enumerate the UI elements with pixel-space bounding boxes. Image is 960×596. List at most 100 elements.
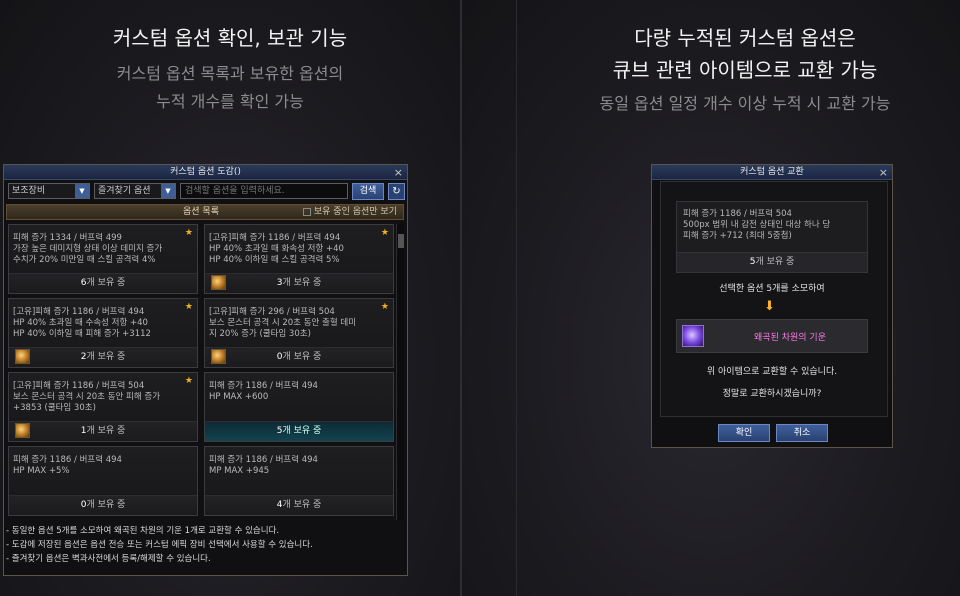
option-line: 피해 증가 1334 / 버프력 499 (13, 233, 122, 243)
option-line: 보스 몬스터 공격 시 20초 동안 출혈 데미 (209, 318, 357, 328)
option-line: +3853 (쿨타임 30초) (13, 403, 96, 413)
option-card[interactable]: ★ [고유]피해 증가 1186 / 버프력 494 HP 40% 초과일 때 … (8, 298, 198, 368)
reward-item[interactable]: 왜곡된 차원의 기운 (676, 319, 868, 353)
chevron-down-icon: ▼ (161, 184, 175, 198)
reward-item-name: 왜곡된 차원의 기운 (754, 333, 826, 343)
option-item-icon (211, 349, 226, 364)
catalog-notes: - 동일한 옵션 5개를 소모하여 왜곡된 차원의 기운 1개로 교환할 수 있… (6, 524, 404, 566)
scrollbar-thumb[interactable] (398, 234, 404, 248)
panel-divider-secondary (516, 0, 517, 596)
option-line: 수치가 20% 미만일 때 스킬 공격력 4% (13, 255, 156, 265)
star-icon[interactable]: ★ (185, 302, 193, 313)
option-line: HP 40% 이하일 때 피해 증가 +3112 (13, 329, 151, 339)
star-icon[interactable]: ★ (185, 376, 193, 387)
equipment-filter-select[interactable]: 보조장비 ▼ (8, 183, 90, 199)
option-card[interactable]: ★ [고유]피해 증가 1186 / 버프력 504 보스 몬스터 공격 시 2… (8, 372, 198, 442)
owned-count: 2개 보유 중 (9, 347, 197, 367)
option-line: HP 40% 초과일 때 수속성 저항 +40 (13, 318, 148, 328)
owned-count: 4개 보유 중 (205, 495, 393, 515)
catalog-title-bar[interactable]: 커스텀 옵션 도감() × (4, 165, 407, 180)
owned-only-label: 보유 중인 옵션만 보기 (313, 207, 397, 217)
confirm-text: 정말로 교환하시겠습니까? (722, 389, 822, 399)
option-line: 피해 증가 1186 / 버프력 494 (209, 381, 318, 391)
owned-count-suffix: 개 보유 중 (282, 426, 322, 436)
option-list-header: 옵션 목록 보유 중인 옵션만 보기 (6, 204, 404, 220)
owned-count: 5개 보유 중 (205, 421, 393, 441)
option-card[interactable]: ★ [고유]피해 증가 1186 / 버프력 494 HP 40% 초과일 때 … (204, 224, 394, 294)
refresh-icon[interactable]: ↻ (388, 183, 405, 200)
option-line: [고유]피해 증가 296 / 버프력 504 (209, 307, 335, 317)
option-line: [고유]피해 증가 1186 / 버프력 504 (13, 381, 145, 391)
option-line: 피해 증가 1186 / 버프력 494 (209, 455, 318, 465)
option-card[interactable]: ★ [고유]피해 증가 296 / 버프력 504 보스 몬스터 공격 시 20… (204, 298, 394, 368)
option-line: 피해 증가 1186 / 버프력 494 (13, 455, 122, 465)
favorite-filter-value: 즐겨찾기 옵션 (98, 186, 151, 196)
owned-count: 0개 보유 중 (205, 347, 393, 367)
owned-count-suffix: 개 보유 중 (282, 500, 322, 510)
cancel-button[interactable]: 취소 (776, 424, 828, 442)
right-subline: 동일 옵션 일정 개수 이상 누적 시 교환 가능 (599, 94, 891, 113)
note-line: - 도감에 저장된 옵션은 옵션 전승 또는 커스텀 에픽 장비 선택에서 사용… (6, 540, 313, 550)
option-card[interactable]: 피해 증가 1186 / 버프력 494 HP MAX +600 5개 보유 중 (204, 372, 394, 442)
owned-count: 5개 보유 중 (677, 252, 867, 272)
option-line: 가장 높은 데미지형 상태 이상 데미지 증가 (13, 244, 163, 254)
option-line: [고유]피해 증가 1186 / 버프력 494 (13, 307, 145, 317)
exchange-text: 위 아이템으로 교환할 수 있습니다. (706, 367, 838, 377)
chevron-down-icon: ▼ (75, 184, 89, 198)
option-card[interactable]: 피해 증가 1186 / 버프력 494 HP MAX +5% 0개 보유 중 (8, 446, 198, 516)
close-icon[interactable]: × (879, 165, 888, 180)
note-line: - 동일한 옵션 5개를 소모하여 왜곡된 차원의 기운 1개로 교환할 수 있… (6, 526, 280, 536)
option-line: MP MAX +945 (209, 466, 270, 476)
option-line: 피해 증가 +712 (최대 5중첩) (683, 231, 792, 241)
exchange-title: 커스텀 옵션 교환 (740, 167, 804, 177)
option-line: HP MAX +5% (13, 466, 70, 476)
equipment-filter-value: 보조장비 (12, 186, 46, 196)
right-headline-2: 큐브 관련 아이템으로 교환 가능 (612, 58, 878, 82)
consume-text: 선택한 옵션 5개를 소모하여 (719, 284, 825, 294)
exchange-title-bar[interactable]: 커스텀 옵션 교환 × (652, 165, 892, 180)
owned-count: 0개 보유 중 (9, 495, 197, 515)
option-line: HP 40% 초과일 때 화속성 저항 +40 (209, 244, 344, 254)
catalog-title: 커스텀 옵션 도감() (170, 167, 241, 177)
arrow-down-icon: ⬇ (764, 299, 775, 314)
owned-count: 3개 보유 중 (205, 273, 393, 293)
owned-count-suffix: 개 보유 중 (86, 352, 126, 362)
panel-divider (460, 0, 462, 596)
star-icon[interactable]: ★ (185, 228, 193, 239)
favorite-filter-select[interactable]: 즐겨찾기 옵션 ▼ (94, 183, 176, 199)
owned-count-suffix: 개 보유 중 (86, 426, 126, 436)
owned-count-suffix: 개 보유 중 (755, 257, 795, 267)
option-item-icon (15, 423, 30, 438)
owned-count-suffix: 개 보유 중 (86, 500, 126, 510)
option-line: [고유]피해 증가 1186 / 버프력 494 (209, 233, 341, 243)
option-list-scrollbar[interactable] (396, 224, 404, 520)
star-icon[interactable]: ★ (381, 228, 389, 239)
left-subline-2: 누적 개수를 확인 가능 (156, 92, 304, 111)
option-card[interactable]: 피해 증가 1186 / 버프력 494 MP MAX +945 4개 보유 중 (204, 446, 394, 516)
option-line: 보스 몬스터 공격 시 20초 동안 피해 증가 (13, 392, 161, 402)
catalog-toolbar: 보조장비 ▼ 즐겨찾기 옵션 ▼ 검색할 옵션을 입력하세요. 검색 ↻ (8, 183, 405, 201)
option-line: 500px 범위 내 감전 상태인 대상 하나 당 (683, 220, 831, 230)
option-line: HP 40% 이하일 때 스킬 공격력 5% (209, 255, 340, 265)
left-headline: 커스텀 옵션 확인, 보관 기능 (112, 26, 348, 50)
confirm-button[interactable]: 확인 (718, 424, 770, 442)
reward-item-icon (682, 325, 704, 347)
option-card[interactable]: ★ 피해 증가 1334 / 버프력 499 가장 높은 데미지형 상태 이상 … (8, 224, 198, 294)
option-line: HP MAX +600 (209, 392, 269, 402)
option-line: 지 20% 증가 (쿨타임 30초) (209, 329, 311, 339)
star-icon[interactable]: ★ (381, 302, 389, 313)
search-input[interactable]: 검색할 옵션을 입력하세요. (180, 183, 348, 199)
close-icon[interactable]: × (394, 165, 403, 180)
owned-count-suffix: 개 보유 중 (86, 278, 126, 288)
note-line: - 즐겨찾기 옵션은 벽과사전에서 등록/해제할 수 있습니다. (6, 554, 211, 564)
right-headline-1: 다량 누적된 커스텀 옵션은 (634, 26, 856, 50)
left-subline-1: 커스텀 옵션 목록과 보유한 옵션의 (116, 64, 344, 83)
search-button[interactable]: 검색 (352, 183, 384, 200)
checkbox-icon (302, 207, 311, 216)
owned-only-checkbox[interactable]: 보유 중인 옵션만 보기 (302, 205, 397, 219)
owned-count-suffix: 개 보유 중 (282, 352, 322, 362)
owned-count: 1개 보유 중 (9, 421, 197, 441)
option-item-icon (211, 275, 226, 290)
selected-option-box: 피해 증가 1186 / 버프력 504 500px 범위 내 감전 상태인 대… (676, 201, 868, 273)
option-line: 피해 증가 1186 / 버프력 504 (683, 209, 792, 219)
